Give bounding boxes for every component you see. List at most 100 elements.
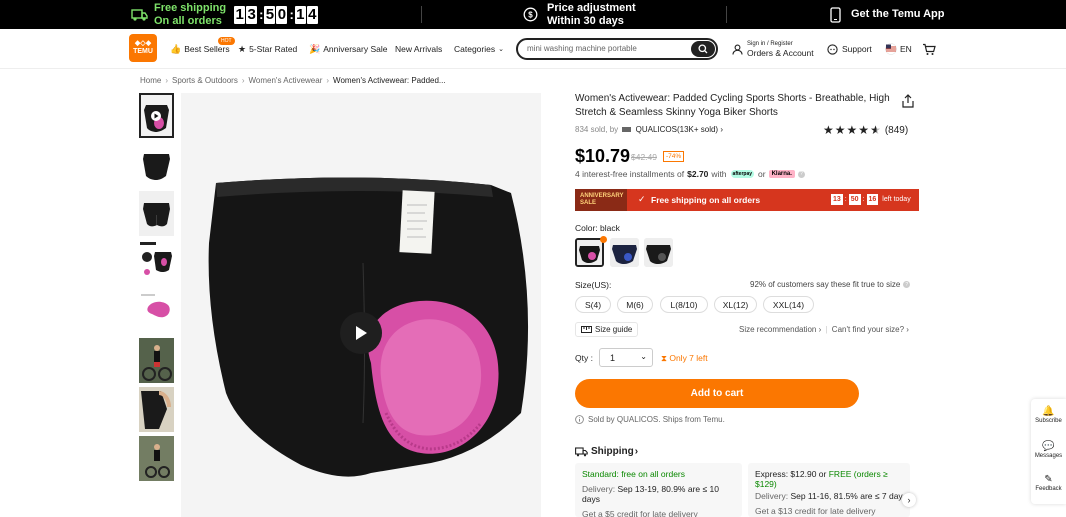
svg-text:$: $ <box>528 11 533 20</box>
chevron-right-icon: › <box>907 495 911 505</box>
share-button[interactable] <box>901 94 915 108</box>
subscribe-button[interactable]: 🔔 Subscribe <box>1031 406 1066 424</box>
size-label: Size(US): <box>575 280 612 290</box>
color-swatch-navy[interactable] <box>610 238 639 267</box>
breadcrumb-separator: › <box>241 76 245 85</box>
account-menu[interactable]: Sign in / Register Orders & Account <box>732 29 814 69</box>
main-product-image[interactable] <box>181 93 541 517</box>
nav-best-sellers[interactable]: 👍 Best Sellers <box>170 29 230 69</box>
price-adjustment-promo[interactable]: $ Price adjustment Within 30 days <box>523 0 636 29</box>
sold-info: 834 sold, by QUALICOS(13K+ sold) › <box>575 125 723 134</box>
dollar-icon: $ <box>523 7 538 22</box>
chevron-right-icon: › <box>904 325 909 334</box>
rating[interactable]: ★ ★ ★ ★ ★ (849) <box>823 123 908 137</box>
thumbnail-image[interactable] <box>139 240 174 285</box>
express-prefix: Express: $12.90 or <box>755 469 827 479</box>
size-option[interactable]: L(8/10) <box>660 296 708 313</box>
info-icon[interactable]: ? <box>903 281 911 288</box>
timer-digit: 1 <box>234 5 246 24</box>
breadcrumb-item[interactable]: Home <box>140 76 161 85</box>
thumbnail-image[interactable] <box>139 142 174 187</box>
thumbnail-image[interactable] <box>139 338 174 383</box>
thumbnail-video[interactable] <box>139 93 174 138</box>
shipping-section-header[interactable]: Shipping › <box>575 446 638 457</box>
chevron-right-icon: › <box>816 325 824 334</box>
add-to-cart-button[interactable]: Add to cart <box>575 379 859 408</box>
breadcrumb-item[interactable]: Women's Activewear <box>249 76 323 85</box>
nav-categories[interactable]: Categories ⌄ <box>454 29 504 69</box>
feedback-label: Feedback <box>1035 486 1062 492</box>
star-icon: ★ <box>823 123 835 137</box>
nav-anniversary[interactable]: 🎉 Anniversary Sale <box>309 29 387 69</box>
promo-bar: Free shipping On all orders 1 3 : 5 0 : … <box>0 0 1066 29</box>
get-app-link[interactable]: Get the Temu App <box>830 0 945 29</box>
express-shipping-card[interactable]: Express: $12.90 or FREE (orders ≥ $129) … <box>748 463 910 517</box>
message-icon: 💬 <box>1042 441 1055 452</box>
klarna-logo[interactable]: Klarna. <box>768 170 795 178</box>
timer-colon: : <box>259 7 264 22</box>
search-button[interactable] <box>691 41 715 57</box>
size-option[interactable]: XL(12) <box>714 296 757 313</box>
store-link[interactable]: QUALICOS(13K+ sold) <box>636 125 718 134</box>
color-swatch-black[interactable] <box>575 238 604 267</box>
thumbnail-image[interactable] <box>139 289 174 334</box>
info-icon[interactable]: ? <box>797 170 805 178</box>
truck-small-icon <box>575 446 588 456</box>
anniversary-banner: ANNIVERSARY SALE ✓ Free shipping on all … <box>575 189 919 211</box>
original-price: $42.49 <box>631 152 657 162</box>
delivery-label: Delivery: <box>755 491 789 501</box>
free-shipping-sub: On all orders <box>154 14 222 27</box>
shipping-next-button[interactable]: › <box>902 493 916 507</box>
timer-hours: 13 <box>831 194 843 205</box>
timer-colon: : <box>289 7 294 22</box>
language-selector[interactable]: EN <box>885 29 912 69</box>
color-label: Color: black <box>575 223 620 233</box>
afterpay-logo[interactable]: afterpay <box>730 170 754 178</box>
size-guide-button[interactable]: Size guide <box>575 322 639 337</box>
cart-button[interactable] <box>922 29 936 69</box>
size-recommendation-link[interactable]: Size recommendation <box>739 325 816 334</box>
nav-new-arrivals[interactable]: New Arrivals <box>395 29 442 69</box>
ruler-icon <box>581 326 592 333</box>
feedback-icon: ✎ <box>1044 474 1053 485</box>
thumbnail-image[interactable] <box>139 387 174 432</box>
cart-icon <box>923 43 936 55</box>
search-icon <box>698 44 708 54</box>
temu-logo[interactable]: ◆◇◆ TEMU <box>129 34 157 62</box>
quantity-select[interactable]: 1 ⌄ <box>599 348 653 367</box>
timer-left-label: left today <box>882 196 911 203</box>
thumbnail-image[interactable] <box>139 191 174 236</box>
size-option[interactable]: S(4) <box>575 296 611 313</box>
nav-five-star[interactable]: ★ 5-Star Rated <box>238 29 297 69</box>
search-input[interactable]: mini washing machine portable <box>516 38 718 60</box>
fit-text: 92% of customers say these fit true to s… <box>750 280 901 289</box>
language-label: EN <box>900 44 912 54</box>
play-video-button[interactable] <box>340 312 382 354</box>
thumbnail-image[interactable] <box>139 436 174 481</box>
size-option[interactable]: M(6) <box>617 296 653 313</box>
feedback-button[interactable]: ✎ Feedback <box>1031 474 1066 492</box>
sold-by-text: Sold by QUALICOS. Ships from Temu. <box>588 415 725 424</box>
install-prefix: 4 interest-free installments of <box>575 169 685 179</box>
check-icon: ✓ <box>638 194 646 204</box>
account-label: Orders & Account <box>747 48 814 58</box>
info-icon <box>575 415 584 424</box>
messages-button[interactable]: 💬 Messages <box>1031 441 1066 459</box>
cant-find-size-link[interactable]: Can't find your size? <box>832 325 904 334</box>
express-credit: Get a $13 credit for late delivery <box>755 506 876 516</box>
standard-shipping-title: Standard: free on all orders <box>582 469 686 479</box>
anniversary-sale-tag: ANNIVERSARY SALE <box>575 189 627 211</box>
star-icon: ★ <box>846 123 859 137</box>
size-option[interactable]: XXL(14) <box>763 296 814 313</box>
logo-mark: ◆◇◆ <box>134 40 152 47</box>
divider <box>421 6 422 23</box>
standard-shipping-card[interactable]: Standard: free on all orders Delivery: S… <box>575 463 742 517</box>
timer-digit: 4 <box>306 5 318 24</box>
color-swatch-black-gray[interactable] <box>644 238 673 267</box>
support-link[interactable]: Support <box>827 29 872 69</box>
timer-seconds: 16 <box>866 194 879 205</box>
fit-info: 92% of customers say these fit true to s… <box>750 280 911 289</box>
shipping-label: Shipping <box>591 446 634 457</box>
free-shipping-promo[interactable]: Free shipping On all orders 1 3 : 5 0 : … <box>131 0 319 29</box>
breadcrumb-item[interactable]: Sports & Outdoors <box>172 76 238 85</box>
